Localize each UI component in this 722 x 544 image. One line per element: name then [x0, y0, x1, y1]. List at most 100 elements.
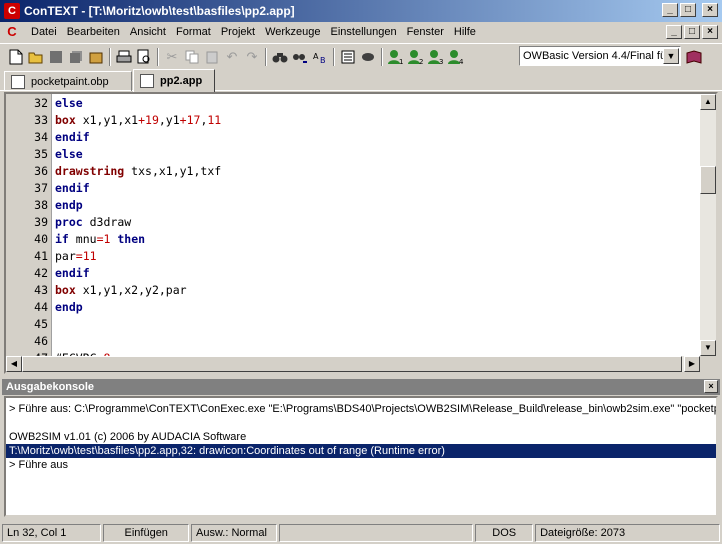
- code-token: endif: [55, 266, 90, 280]
- menu-ansicht[interactable]: Ansicht: [125, 26, 171, 38]
- code-line[interactable]: box x1,y1,x1+19,y1+17,11: [55, 112, 221, 129]
- tab-pp2[interactable]: pp2.app: [133, 69, 215, 92]
- menu-fenster[interactable]: Fenster: [402, 26, 449, 38]
- output-console-header: Ausgabekonsole ×: [2, 379, 720, 395]
- redo-icon[interactable]: ↷: [242, 47, 262, 67]
- status-position: Ln 32, Col 1: [2, 524, 102, 542]
- paste-icon[interactable]: [202, 47, 222, 67]
- svg-text:4: 4: [459, 58, 464, 65]
- code-token: else: [55, 147, 83, 161]
- code-token: +17: [179, 113, 201, 127]
- svg-text:2: 2: [419, 58, 423, 65]
- scrollbar-corner: [700, 356, 716, 372]
- output-console[interactable]: > Führe aus: C:\Programme\ConTEXT\ConExe…: [4, 396, 718, 517]
- line-number: 43: [34, 283, 48, 297]
- code-token: box: [55, 113, 76, 127]
- save-icon[interactable]: [46, 47, 66, 67]
- chevron-down-icon[interactable]: ▼: [663, 48, 679, 64]
- code-token: par: [55, 249, 76, 263]
- menu-hilfe[interactable]: Hilfe: [449, 26, 481, 38]
- code-line[interactable]: endp: [55, 197, 83, 214]
- print-icon[interactable]: [114, 47, 134, 67]
- menu-bearbeiten[interactable]: Bearbeiten: [62, 26, 125, 38]
- toggle-output-icon[interactable]: [338, 47, 358, 67]
- status-selection-mode: Ausw.: Normal: [190, 524, 277, 542]
- console-line[interactable]: > Führe aus: C:\Programme\ConTEXT\ConExe…: [6, 402, 716, 416]
- line-number-gutter: 32333435363738394041424344454647: [6, 94, 52, 365]
- editor-horizontal-scrollbar[interactable]: ◀ ▶: [6, 356, 700, 372]
- scroll-up-button[interactable]: ▲: [700, 94, 716, 110]
- minimize-button[interactable]: _: [662, 3, 678, 17]
- menu-bar: C Datei Bearbeiten Ansicht Format Projek…: [0, 22, 722, 42]
- code-line[interactable]: endif: [55, 180, 90, 197]
- open-folder-icon[interactable]: [26, 47, 46, 67]
- scroll-thumb[interactable]: [22, 356, 682, 372]
- tab-label: pocketpaint.obp: [31, 75, 109, 88]
- highlighter-select[interactable]: OWBasic Version 4.4/Final für ▼: [519, 46, 681, 66]
- scroll-right-button[interactable]: ▶: [684, 356, 700, 372]
- tab-pocketpaint[interactable]: pocketpaint.obp: [4, 71, 132, 91]
- code-token: 11: [207, 113, 222, 127]
- cut-icon[interactable]: ✂: [162, 47, 182, 67]
- scroll-left-button[interactable]: ◀: [6, 356, 22, 372]
- code-line[interactable]: endif: [55, 265, 90, 282]
- maximize-button[interactable]: □: [680, 3, 696, 17]
- code-line[interactable]: proc d3draw: [55, 214, 131, 231]
- code-line[interactable]: if mnu=1 then: [55, 231, 145, 248]
- undo-icon[interactable]: ↶: [222, 47, 242, 67]
- scroll-thumb[interactable]: [700, 166, 716, 194]
- line-number: 45: [34, 317, 48, 331]
- file-icon: [11, 74, 25, 89]
- console-line-selected[interactable]: T:\Moritz\owb\test\basfiles\pp2.app,32: …: [6, 444, 716, 458]
- menu-format[interactable]: Format: [171, 26, 216, 38]
- menu-einstellungen[interactable]: Einstellungen: [326, 26, 402, 38]
- console-line[interactable]: [6, 416, 716, 430]
- print-preview-icon[interactable]: [134, 47, 154, 67]
- code-line[interactable]: drawstring txs,x1,y1,txf: [55, 163, 221, 180]
- code-token: endp: [55, 198, 83, 212]
- line-number: 32: [34, 96, 48, 110]
- close-file-icon[interactable]: [86, 47, 106, 67]
- menu-datei[interactable]: Datei: [26, 26, 62, 38]
- code-line[interactable]: endp: [55, 299, 83, 316]
- find-next-icon[interactable]: [290, 47, 310, 67]
- console-line[interactable]: > Führe aus: [6, 458, 716, 472]
- console-close-button[interactable]: ×: [704, 380, 718, 393]
- line-number: 44: [34, 300, 48, 314]
- user-exec-2-icon[interactable]: 2: [406, 47, 426, 67]
- user-exec-4-icon[interactable]: 4: [446, 47, 466, 67]
- menu-werkzeuge[interactable]: Werkzeuge: [260, 26, 325, 38]
- editor-vertical-scrollbar[interactable]: ▲ ▼: [700, 94, 716, 356]
- doc-close-button[interactable]: ×: [702, 25, 718, 39]
- code-line[interactable]: par=11: [55, 248, 97, 265]
- find-icon[interactable]: [270, 47, 290, 67]
- new-file-icon[interactable]: [6, 47, 26, 67]
- copy-icon[interactable]: [182, 47, 202, 67]
- doc-restore-button[interactable]: □: [684, 25, 700, 39]
- code-token: if: [55, 232, 69, 246]
- status-insert-mode: Einfügen: [103, 524, 189, 542]
- code-editor[interactable]: 32333435363738394041424344454647 elsebox…: [4, 92, 718, 374]
- code-token: drawstring: [55, 164, 125, 178]
- line-number: 36: [34, 164, 48, 178]
- svg-text:B: B: [320, 56, 326, 64]
- save-all-icon[interactable]: [66, 47, 86, 67]
- highlighter-icon[interactable]: [358, 47, 378, 67]
- doc-minimize-button[interactable]: _: [666, 25, 682, 39]
- code-line[interactable]: endif: [55, 129, 90, 146]
- code-token: +19: [138, 113, 159, 127]
- code-area[interactable]: else box x1,y1,x1+19,y1+17,11 endif else dra…: [53, 94, 702, 356]
- code-line[interactable]: else: [55, 146, 83, 163]
- code-line[interactable]: box x1,y1,x2,y2,par: [55, 282, 187, 299]
- help-book-icon[interactable]: [684, 47, 704, 67]
- code-token: proc: [55, 215, 83, 229]
- scroll-down-button[interactable]: ▼: [700, 340, 716, 356]
- document-icon[interactable]: C: [4, 24, 20, 40]
- menu-projekt[interactable]: Projekt: [216, 26, 260, 38]
- console-line[interactable]: OWB2SIM v1.01 (c) 2006 by AUDACIA Softwa…: [6, 430, 716, 444]
- user-exec-3-icon[interactable]: 3: [426, 47, 446, 67]
- code-line[interactable]: else: [55, 95, 83, 112]
- close-button[interactable]: ×: [702, 3, 718, 17]
- replace-icon[interactable]: AB: [310, 47, 330, 67]
- user-exec-1-icon[interactable]: 1: [386, 47, 406, 67]
